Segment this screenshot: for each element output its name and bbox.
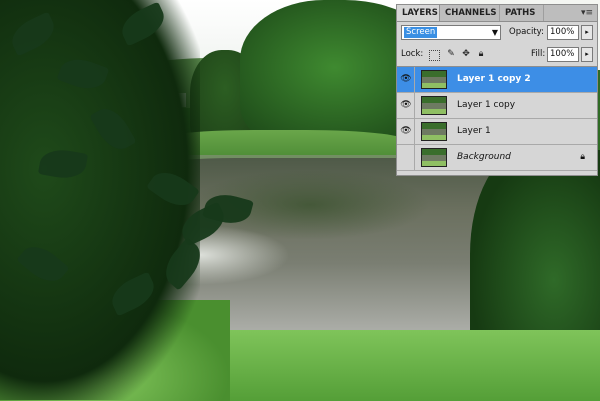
layer-thumbnail	[421, 122, 447, 141]
layer-thumbnail	[421, 96, 447, 115]
visibility-toggle[interactable]	[397, 145, 415, 170]
opacity-slider-button[interactable]: ▸	[581, 25, 593, 40]
layer-row[interactable]: 👁︎ Layer 1 copy 2	[397, 67, 597, 93]
fill-slider-button[interactable]: ▸	[581, 47, 593, 62]
opacity-field[interactable]: 100%	[547, 25, 579, 40]
layer-row[interactable]: 👁︎ Layer 1	[397, 119, 597, 145]
move-icon[interactable]: ✥	[460, 48, 472, 60]
layer-name: Layer 1 copy	[457, 100, 516, 110]
lock-transparent-icon[interactable]	[429, 50, 440, 61]
fill-label: Fill:	[531, 49, 546, 59]
lock-icon: 🔒︎	[580, 152, 585, 162]
layers-panel: LAYERS CHANNELS PATHS ▾≡ Screen ▼ Opacit…	[396, 4, 598, 176]
blend-row: Screen ▼ Opacity: 100% ▸	[401, 25, 593, 41]
panel-menu-icon[interactable]: ▾≡	[580, 7, 594, 19]
tab-layers[interactable]: LAYERS	[397, 5, 440, 21]
layer-thumbnail	[421, 148, 447, 167]
layer-name: Layer 1 copy 2	[457, 74, 531, 84]
visibility-toggle[interactable]: 👁︎	[397, 67, 415, 92]
chevron-down-icon: ▼	[491, 28, 498, 37]
lock-row: Lock: ✎ ✥ 🔒︎ Fill: 100% ▸	[401, 47, 593, 63]
layer-list: 👁︎ Layer 1 copy 2 👁︎ Layer 1 copy 👁︎ Lay…	[397, 66, 597, 175]
blend-mode-select[interactable]: Screen ▼	[401, 25, 501, 40]
visibility-toggle[interactable]: 👁︎	[397, 93, 415, 118]
fill-field[interactable]: 100%	[547, 47, 579, 62]
tab-paths[interactable]: PATHS	[500, 5, 544, 21]
eye-icon: 👁︎	[400, 100, 412, 110]
layer-thumbnail	[421, 70, 447, 89]
layer-row[interactable]: 👁︎ Layer 1 copy	[397, 93, 597, 119]
opacity-label: Opacity:	[509, 27, 544, 37]
lock-label: Lock:	[401, 49, 424, 59]
layer-row[interactable]: Background 🔒︎	[397, 145, 597, 171]
panel-tabs: LAYERS CHANNELS PATHS ▾≡	[397, 5, 597, 22]
eye-icon: 👁︎	[400, 74, 412, 84]
eye-icon: 👁︎	[400, 126, 412, 136]
lock-icon[interactable]: 🔒︎	[475, 48, 487, 60]
brush-icon[interactable]: ✎	[445, 48, 457, 60]
layer-name: Layer 1	[457, 126, 491, 136]
layer-name: Background	[457, 152, 511, 162]
visibility-toggle[interactable]: 👁︎	[397, 119, 415, 144]
tab-channels[interactable]: CHANNELS	[440, 5, 500, 21]
blend-mode-value: Screen	[404, 27, 438, 38]
